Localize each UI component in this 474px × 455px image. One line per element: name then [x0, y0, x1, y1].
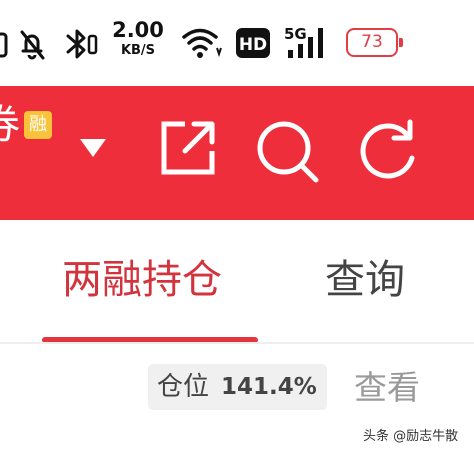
position-value: 141.4% [221, 374, 317, 400]
margin-badge: 融 [24, 111, 52, 139]
position-ratio-badge: 仓位 141.4% [148, 364, 327, 410]
partial-icon [0, 32, 8, 58]
hd-label: HD [239, 35, 267, 55]
tab-margin-holdings[interactable]: 两融持仓 [62, 260, 222, 300]
tabs-divider [0, 342, 474, 344]
network-label: 5G [284, 25, 307, 43]
network-speed-value: 2.00 [112, 18, 164, 42]
signal-5g-icon: 5G [284, 25, 323, 58]
hd-icon: HD [236, 28, 270, 58]
battery-icon: 73 [346, 28, 403, 57]
header-title: 券 [0, 105, 20, 145]
tab-bar: 两融持仓 查询 [0, 220, 474, 344]
view-button[interactable]: 查看 [354, 366, 420, 410]
tab-query[interactable]: 查询 [325, 260, 405, 300]
external-link-icon[interactable] [158, 118, 218, 178]
search-icon[interactable] [254, 118, 320, 184]
network-speed-unit: KB/S [120, 43, 156, 58]
bell-off-icon [20, 30, 45, 60]
network-speed: 2.00 KB/S [112, 18, 164, 58]
battery-level: 73 [361, 32, 383, 52]
refresh-icon[interactable] [356, 118, 420, 182]
app-header: 券 融 [0, 86, 474, 220]
position-label: 仓位 [157, 372, 210, 402]
dropdown-arrow-icon[interactable] [78, 136, 108, 160]
watermark: 头条 @励志牛散 [363, 429, 459, 444]
status-bar: 2.00 KB/S HD 5G 73 [0, 0, 474, 86]
wifi-icon [182, 28, 222, 58]
bluetooth-icon [66, 29, 98, 59]
